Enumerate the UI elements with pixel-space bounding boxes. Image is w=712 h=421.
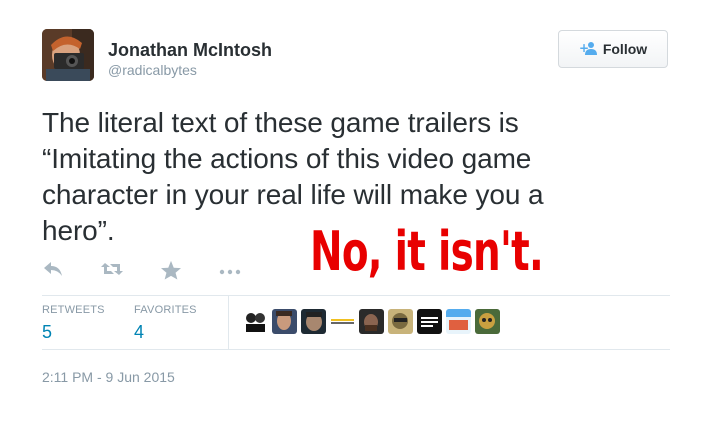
reply-icon — [44, 262, 62, 276]
overlay-caption: No, it isn't. — [310, 220, 544, 283]
favorites-count: 4 — [134, 322, 145, 342]
favoriter-avatar[interactable] — [446, 309, 471, 334]
retweets-label: RETWEETS — [42, 304, 105, 316]
favoriters-list — [243, 309, 500, 334]
favoriter-avatar[interactable] — [301, 309, 326, 334]
tweet-line: “Imitating the actions of this video gam… — [42, 143, 532, 174]
reply-button[interactable] — [42, 260, 66, 282]
follow-person-icon: + — [579, 41, 597, 58]
favorite-star-icon — [161, 260, 181, 280]
author-name[interactable]: Jonathan McIntosh — [108, 40, 272, 61]
divider — [228, 296, 229, 350]
author-avatar[interactable] — [42, 29, 94, 81]
more-dots-icon — [219, 269, 241, 275]
favorites-label: FAVORITES — [134, 304, 197, 316]
follow-button-label: Follow — [602, 41, 648, 57]
author-handle[interactable]: @radicalbytes — [108, 62, 197, 78]
follow-button[interactable]: + Follow — [558, 30, 668, 68]
favoriter-avatar[interactable] — [243, 309, 268, 334]
retweets-count: 5 — [42, 322, 53, 342]
favoriter-avatar[interactable] — [417, 309, 442, 334]
tweet-timestamp[interactable]: 2:11 PM - 9 Jun 2015 — [42, 369, 175, 385]
retweet-icon — [101, 263, 123, 275]
favoriter-avatar[interactable] — [475, 309, 500, 334]
favoriter-avatar[interactable] — [388, 309, 413, 334]
tweet-line: The literal text of these game trailers … — [42, 107, 519, 138]
favoriter-avatar[interactable] — [359, 309, 384, 334]
divider — [42, 349, 670, 350]
favoriter-avatar[interactable] — [272, 309, 297, 334]
favorite-button[interactable] — [160, 260, 184, 282]
more-button[interactable] — [218, 260, 242, 282]
retweet-button[interactable] — [100, 260, 124, 282]
favorites-stat[interactable]: FAVORITES 4 — [134, 304, 197, 343]
tweet-line: character in your real life will make yo… — [42, 179, 544, 210]
retweets-stat[interactable]: RETWEETS 5 — [42, 304, 105, 343]
divider — [42, 295, 670, 296]
favoriter-avatar[interactable] — [330, 309, 355, 334]
